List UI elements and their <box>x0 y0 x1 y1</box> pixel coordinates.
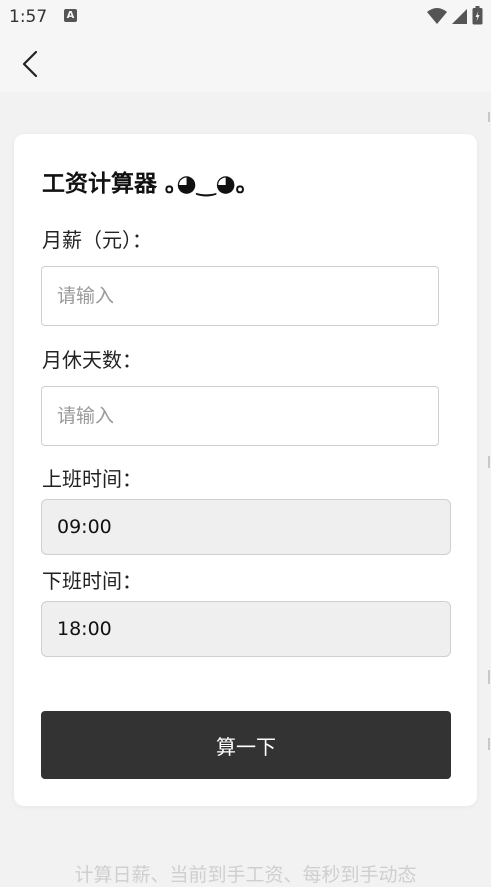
monthly-salary-label: 月薪（元）： <box>42 228 152 252</box>
back-button[interactable] <box>12 46 48 82</box>
monthly-rest-days-label: 月休天数： <box>42 348 142 372</box>
calculator-card: 工资计算器 ｡◕‿◕｡ 月薪（元）： 月休天数： 上班时间： 09:00 下班时… <box>14 134 477 806</box>
page-title: 工资计算器 ｡◕‿◕｡ <box>42 171 248 197</box>
wifi-icon <box>427 7 447 24</box>
end-time-value: 18:00 <box>57 618 112 640</box>
end-time-field[interactable]: 18:00 <box>41 601 451 657</box>
edge-mark <box>488 456 490 468</box>
app-bar <box>0 34 491 92</box>
calculate-button[interactable]: 算一下 <box>41 711 451 779</box>
monthly-rest-days-input[interactable] <box>41 386 439 446</box>
page-body: 工资计算器 ｡◕‿◕｡ 月薪（元）： 月休天数： 上班时间： 09:00 下班时… <box>0 92 491 886</box>
monthly-salary-input[interactable] <box>41 266 439 326</box>
cell-signal-icon <box>452 8 467 24</box>
edge-mark <box>488 112 490 122</box>
scroll-edge <box>487 0 491 872</box>
start-time-label: 上班时间： <box>42 467 142 491</box>
edge-mark <box>488 738 490 750</box>
end-time-label: 下班时间： <box>42 569 142 593</box>
start-time-value: 09:00 <box>57 516 112 538</box>
battery-icon <box>472 6 483 25</box>
status-time: 1:57 <box>9 7 48 27</box>
a-app-icon: A <box>64 9 77 22</box>
footer-hint: 计算日薪、当前到手工资、每秒到手动态 <box>74 864 417 886</box>
status-bar: 1:57 A <box>0 0 491 34</box>
edge-mark <box>488 670 490 684</box>
chevron-left-icon <box>22 50 38 78</box>
status-icons <box>427 6 483 25</box>
start-time-field[interactable]: 09:00 <box>41 499 451 555</box>
